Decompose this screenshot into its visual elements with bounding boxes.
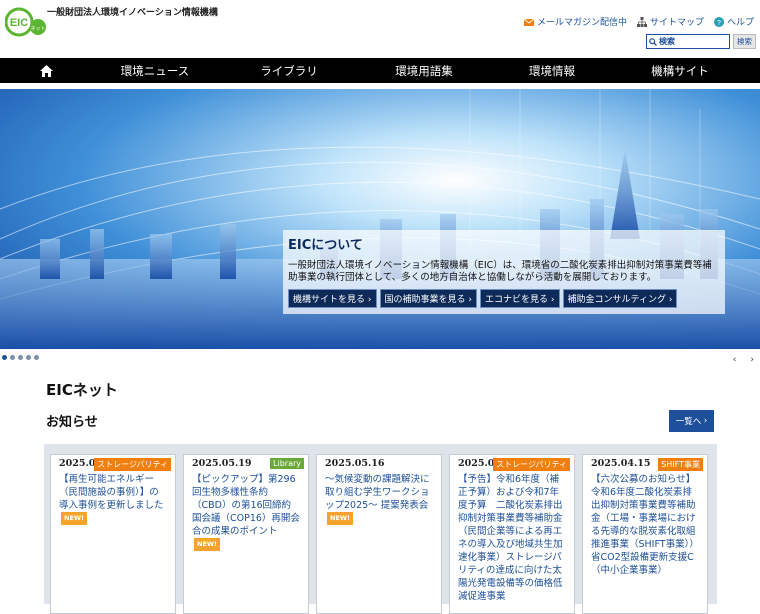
org-name: 一般財団法人環境イノベーション情報機構: [47, 8, 218, 18]
news-card[interactable]: 2025.05.07 ストレージパリティ 【予告】令和6年度（補正予算）および令…: [449, 454, 575, 614]
chevron-right-icon[interactable]: ›: [750, 355, 754, 365]
nav-environment-news[interactable]: 環境ニュース: [92, 63, 218, 79]
news-list-button[interactable]: 一覧へ ›: [669, 410, 714, 432]
news-text[interactable]: 【六次公募のお知らせ】令和6年度二酸化炭素排出抑制対策事業費等補助金（工場・事業…: [591, 474, 699, 576]
nav-library[interactable]: ライブラリ: [218, 63, 360, 79]
home-button[interactable]: [0, 64, 92, 77]
subsidy-consulting-label: 補助金コンサルティング: [567, 295, 666, 305]
about-text: 一般財団法人環境イノベーション情報機構（EIC）は、環境省の二酸化炭素排出抑制対…: [288, 260, 712, 283]
mail-magazine-link[interactable]: メールマガジン配信中: [523, 15, 627, 28]
sitemap-link[interactable]: サイトマップ: [636, 15, 704, 28]
news-text[interactable]: ～気候変動の課題解決に取り組む学生ワークショップ2025～ 提案発表会: [325, 474, 430, 511]
svg-text:?: ?: [717, 20, 721, 27]
nav-glossary[interactable]: 環境用語集: [360, 63, 488, 79]
search-icon: [649, 37, 657, 46]
news-text[interactable]: 【ピックアップ】第296回生物多様性条約（CBD）の第16回締約国会議（COP1…: [192, 474, 300, 537]
search-placeholder: 検索: [659, 37, 675, 46]
news-heading: お知らせ: [46, 415, 98, 430]
svg-text:ネット: ネット: [30, 26, 45, 32]
slider-dot[interactable]: [18, 355, 23, 360]
subsidy-projects-label: 国の補助事業を見る: [384, 295, 466, 305]
chevron-right-icon: ›: [468, 295, 472, 305]
org-site-button[interactable]: 機構サイトを見る ›: [288, 289, 377, 308]
utility-links: メールマガジン配信中 サイトマップ ? ヘルプ: [523, 15, 754, 28]
about-panel: EICについて 一般財団法人環境イノベーション情報機構（EIC）は、環境省の二酸…: [283, 230, 725, 314]
news-card[interactable]: 2025.05.19 Library 【ピックアップ】第296回生物多様性条約（…: [183, 454, 309, 614]
nav-environment-info[interactable]: 環境情報: [488, 63, 616, 79]
new-badge: NEW!: [327, 512, 354, 525]
slider-dot[interactable]: [2, 355, 7, 360]
news-text[interactable]: 【予告】令和6年度（補正予算）および令和7年度予算 二酸化炭素排出抑制対策事業費…: [458, 474, 563, 602]
news-tag: ストレージパリティ: [94, 458, 171, 471]
search-input[interactable]: 検索: [646, 34, 730, 49]
svg-text:EIC: EIC: [10, 17, 28, 29]
slider-dot[interactable]: [26, 355, 31, 360]
econavi-button[interactable]: エコナビを見る ›: [480, 289, 560, 308]
help-label: ヘルプ: [726, 18, 754, 28]
search-form: 検索 検索: [646, 34, 756, 49]
chevron-left-icon[interactable]: ‹: [733, 355, 737, 365]
subsidy-consulting-button[interactable]: 補助金コンサルティング ›: [562, 289, 678, 308]
econavi-label: エコナビを見る: [485, 295, 549, 305]
sitemap-icon: [636, 16, 647, 27]
section-title: EICネット: [46, 381, 118, 399]
news-list-label: 一覧へ: [675, 417, 702, 427]
slider-dot[interactable]: [10, 355, 15, 360]
slider-dot[interactable]: [34, 355, 39, 360]
hero-slider: EICについて 一般財団法人環境イノベーション情報機構（EIC）は、環境省の二酸…: [0, 89, 760, 349]
subsidy-projects-button[interactable]: 国の補助事業を見る ›: [379, 289, 477, 308]
news-tag: SHIFT事業: [658, 458, 703, 471]
slider-arrows: ‹ ›: [733, 355, 754, 365]
help-icon: ?: [713, 16, 724, 27]
news-card[interactable]: 2025.05.26 ストレージパリティ 【再生可能エネルギー（民間施設の事例）…: [50, 454, 176, 614]
chevron-right-icon: ›: [703, 416, 708, 426]
sitemap-label: サイトマップ: [649, 18, 704, 28]
mail-magazine-label: メールマガジン配信中: [536, 18, 627, 28]
news-date: 2025.05.16: [325, 458, 385, 469]
help-link[interactable]: ? ヘルプ: [713, 15, 754, 28]
chevron-right-icon: ›: [668, 295, 673, 305]
chevron-right-icon: ›: [367, 295, 372, 305]
search-button[interactable]: 検索: [733, 34, 756, 49]
news-text[interactable]: 【再生可能エネルギー（民間施設の事例）】の導入事例を更新しました: [59, 474, 164, 511]
mail-icon: [523, 18, 534, 26]
slider-dots: [2, 355, 39, 360]
about-links: 機構サイトを見る › 国の補助事業を見る › エコナビを見る › 補助金コンサル…: [288, 289, 720, 308]
news-tag: ストレージパリティ: [493, 458, 570, 471]
site-logo[interactable]: EIC ネット: [4, 7, 47, 37]
about-title: EICについて: [288, 238, 363, 253]
global-nav: 環境ニュース ライブラリ 環境用語集 環境情報 機構サイト: [0, 58, 760, 83]
org-site-label: 機構サイトを見る: [293, 295, 366, 305]
news-card[interactable]: 2025.04.15 SHIFT事業 【六次公募のお知らせ】令和6年度二酸化炭素…: [582, 454, 708, 614]
news-tag: Library: [270, 458, 304, 469]
eic-logo-icon: EIC ネット: [4, 7, 46, 37]
new-badge: NEW!: [194, 538, 221, 551]
nav-organization-site[interactable]: 機構サイト: [616, 63, 744, 79]
new-badge: NEW!: [61, 512, 88, 525]
news-card[interactable]: 2025.05.16 ～気候変動の課題解決に取り組む学生ワークショップ2025～…: [316, 454, 442, 614]
site-header: EIC ネット 一般財団法人環境イノベーション情報機構 メールマガジン配信中 サ…: [0, 0, 760, 58]
chevron-right-icon: ›: [550, 295, 555, 305]
home-icon: [39, 64, 53, 77]
